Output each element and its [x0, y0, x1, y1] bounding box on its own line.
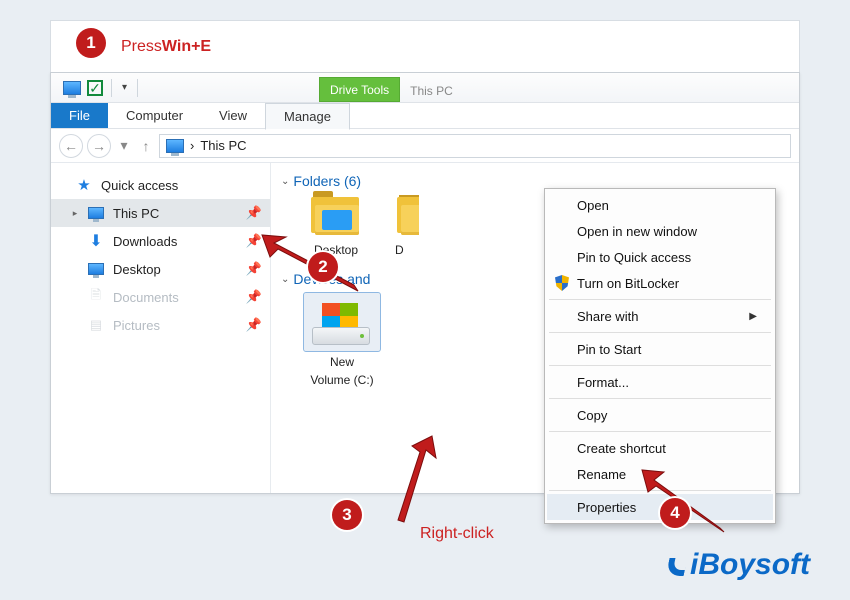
chevron-right-icon: ▸ [71, 208, 79, 219]
sidebar-item-quick-access[interactable]: ★ Quick access [51, 171, 270, 199]
titlebar: ✓ ▾ Drive Tools This PC [51, 73, 799, 103]
quick-access-toolbar: ✓ ▾ [57, 73, 146, 102]
menu-separator [549, 365, 771, 366]
folder-icon [309, 195, 363, 237]
folder-desktop[interactable]: Desktop [297, 195, 375, 257]
desktop-icon [87, 261, 105, 277]
menu-pin-quick-access[interactable]: Pin to Quick access [547, 244, 773, 270]
menu-share-with[interactable]: Share with▶ [547, 303, 773, 329]
menu-rename[interactable]: Rename [547, 461, 773, 487]
context-menu: Open Open in new window Pin to Quick acc… [544, 188, 776, 524]
chevron-down-icon: ⌄ [281, 176, 289, 187]
menu-open[interactable]: Open [547, 192, 773, 218]
folder-icon [395, 195, 419, 237]
step-badge-4: 4 [660, 498, 690, 528]
document-icon: 🗎 [87, 289, 105, 305]
menu-pin-to-start[interactable]: Pin to Start [547, 336, 773, 362]
menu-format[interactable]: Format... [547, 369, 773, 395]
step3-label: Right-click [420, 525, 494, 543]
menu-separator [549, 299, 771, 300]
menu-separator [549, 490, 771, 491]
nav-back-button[interactable]: ← [59, 134, 83, 158]
sidebar-item-desktop[interactable]: Desktop 📌 [51, 255, 270, 283]
drive-icon [310, 299, 374, 347]
properties-qat-icon[interactable]: ✓ [87, 80, 103, 96]
nav-up-button[interactable] [137, 135, 155, 157]
step-badge-2: 2 [308, 252, 338, 282]
submenu-arrow-icon: ▶ [749, 311, 757, 322]
folder-label: D [395, 243, 404, 257]
tab-manage[interactable]: Manage [265, 103, 350, 130]
qat-dropdown-icon[interactable]: ▾ [120, 80, 129, 95]
step1-text: Press [121, 38, 162, 56]
nav-recent-dropdown[interactable]: ▾ [115, 135, 133, 157]
shield-icon [553, 274, 571, 292]
sidebar-item-documents[interactable]: 🗎 Documents 📌 [51, 283, 270, 311]
sidebar-item-downloads[interactable]: ⬇ Downloads 📌 [51, 227, 270, 255]
drive-c[interactable]: New Volume (C:) [297, 293, 387, 387]
menu-open-new-window[interactable]: Open in new window [547, 218, 773, 244]
pin-icon: 📌 [246, 233, 262, 249]
brand-text: iBoysoft [690, 548, 810, 582]
folder-partial[interactable]: D [395, 195, 419, 257]
chevron-down-icon: ⌄ [281, 274, 289, 285]
step-badge-3: 3 [332, 500, 362, 530]
step-badge-1: 1 [76, 28, 106, 58]
tab-file[interactable]: File [51, 103, 108, 128]
picture-icon: ▤ [87, 317, 105, 333]
pin-icon: 📌 [246, 289, 262, 305]
sidebar-item-label: Desktop [113, 262, 161, 277]
folders-section-header[interactable]: ⌄ Folders (6) [281, 173, 789, 189]
monitor-icon [87, 205, 105, 221]
star-icon: ★ [75, 177, 93, 193]
pin-icon: 📌 [246, 317, 262, 333]
this-pc-title: This PC [400, 79, 463, 102]
pin-icon: 📌 [246, 205, 262, 221]
breadcrumb-location[interactable]: This PC [200, 138, 246, 153]
separator [137, 79, 138, 97]
sidebar-item-label: Pictures [113, 318, 160, 333]
brand-watermark: iBoysoft [668, 548, 810, 582]
menu-turn-on-bitlocker[interactable]: Turn on BitLocker [547, 270, 773, 296]
menu-separator [549, 398, 771, 399]
breadcrumb-this-pc-icon [166, 139, 184, 153]
ribbon-tabs: File Computer View Manage [51, 103, 799, 129]
step1-shortcut: Win+E [162, 38, 211, 56]
sidebar-item-label: Documents [113, 290, 179, 305]
menu-copy[interactable]: Copy [547, 402, 773, 428]
this-pc-icon [63, 81, 81, 95]
menu-separator [549, 431, 771, 432]
brand-swoosh-icon [666, 558, 688, 576]
breadcrumb-sep: › [190, 138, 194, 153]
drive-label-line2: Volume (C:) [310, 373, 373, 387]
pin-icon: 📌 [246, 261, 262, 277]
sidebar-item-pictures[interactable]: ▤ Pictures 📌 [51, 311, 270, 339]
step1-instruction: Press Win+E [50, 20, 800, 72]
download-icon: ⬇ [87, 233, 105, 249]
menu-create-shortcut[interactable]: Create shortcut [547, 435, 773, 461]
navigation-pane: ★ Quick access ▸ This PC 📌 ⬇ Downloads 📌 [51, 163, 271, 493]
sidebar-item-label: Downloads [113, 234, 177, 249]
separator [111, 79, 112, 97]
nav-forward-button[interactable]: → [87, 134, 111, 158]
address-bar: ← → ▾ › This PC [51, 129, 799, 163]
sidebar-item-label: This PC [113, 206, 159, 221]
tab-computer[interactable]: Computer [108, 103, 201, 128]
breadcrumb[interactable]: › This PC [159, 134, 791, 158]
sidebar-item-this-pc[interactable]: ▸ This PC 📌 [51, 199, 270, 227]
tab-view[interactable]: View [201, 103, 265, 128]
drive-tools-tab[interactable]: Drive Tools [319, 77, 400, 102]
section-title: Folders (6) [293, 173, 361, 189]
drive-label-line1: New [330, 355, 354, 369]
menu-separator [549, 332, 771, 333]
sidebar-item-label: Quick access [101, 178, 178, 193]
